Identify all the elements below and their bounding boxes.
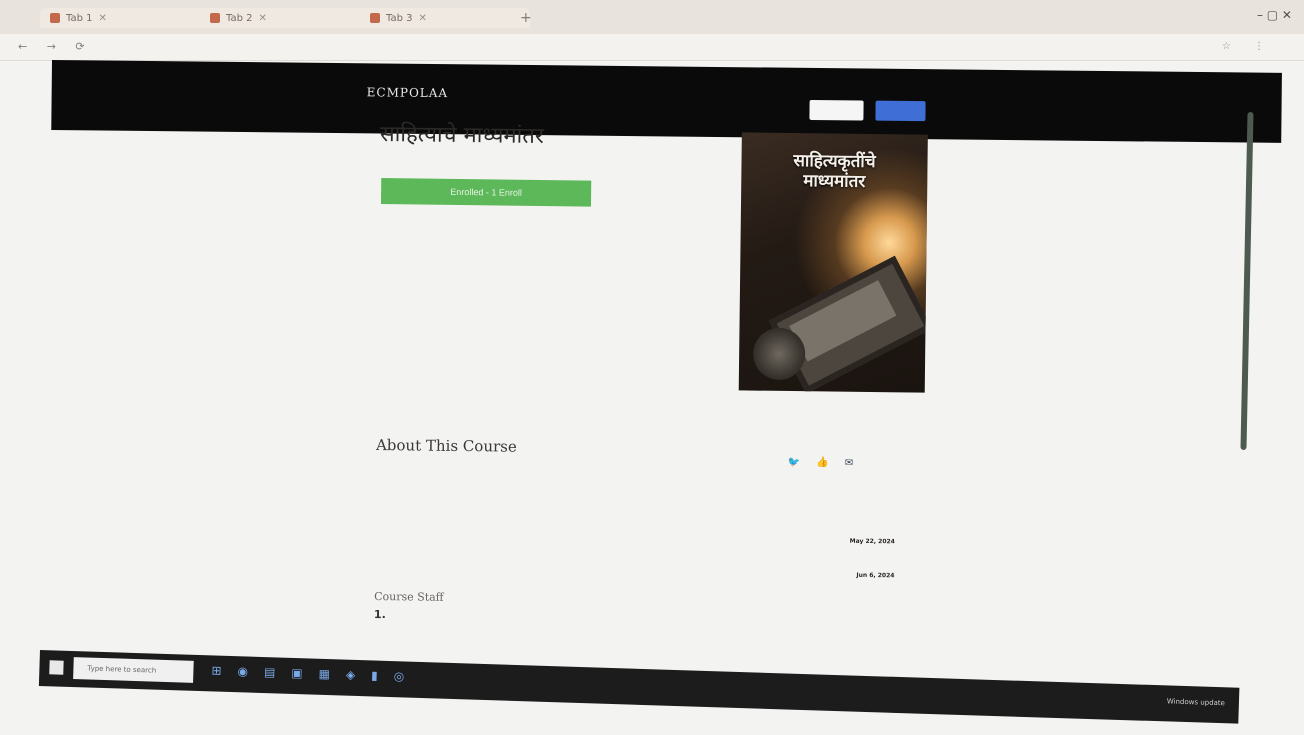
store-icon[interactable]: ▣ [291,666,303,680]
enroll-button[interactable]: Enrolled - 1 Enroll [380,178,592,207]
course-cover-image: साहित्यकृतींचे माध्यमांतर [738,132,928,393]
course-meta-row: May 22, 2024 [755,533,895,549]
course-page: साहित्याचे माध्यमांतर Enrolled - 1 Enrol… [0,0,1304,735]
system-tray: Windows update [1167,697,1225,707]
cover-title-line1: साहित्यकृतींचे [793,151,876,173]
facebook-icon[interactable]: 👍 [816,457,829,468]
course-meta-row: Jun 6, 2024 [754,567,894,583]
social-share-icons: 🐦 👍 ✉ [788,457,853,469]
tray-status-text[interactable]: Windows update [1167,697,1225,707]
twitter-icon[interactable]: 🐦 [788,457,801,468]
about-heading: About This Course [375,435,517,456]
page-title: साहित्याचे माध्यमांतर [379,121,544,150]
windows-start-icon[interactable] [49,660,64,675]
meta-value: Jun 6, 2024 [856,571,895,579]
app-icon[interactable]: ◎ [394,669,405,683]
app-icon[interactable]: ▮ [371,668,378,682]
mail-icon[interactable]: ▦ [318,667,330,681]
course-meta-row [755,497,895,513]
cover-title: साहित्यकृतींचे माध्यमांतर [741,150,927,192]
cover-title-line2: माध्यमांतर [803,171,866,192]
taskbar-search-input[interactable]: Type here to search [73,657,194,683]
taskbar-app-icons: ⊞ ◉ ▤ ▣ ▦ ◈ ▮ ◎ [211,663,404,683]
staff-number: 1. [373,607,386,622]
task-view-icon[interactable]: ⊞ [211,663,221,677]
about-body-text [376,458,716,462]
email-icon[interactable]: ✉ [845,458,854,469]
edge-icon[interactable]: ◉ [237,664,248,678]
file-explorer-icon[interactable]: ▤ [264,665,276,679]
course-staff-heading: Course Staff [374,589,444,604]
chrome-icon[interactable]: ◈ [346,668,356,682]
meta-value: May 22, 2024 [849,537,895,545]
